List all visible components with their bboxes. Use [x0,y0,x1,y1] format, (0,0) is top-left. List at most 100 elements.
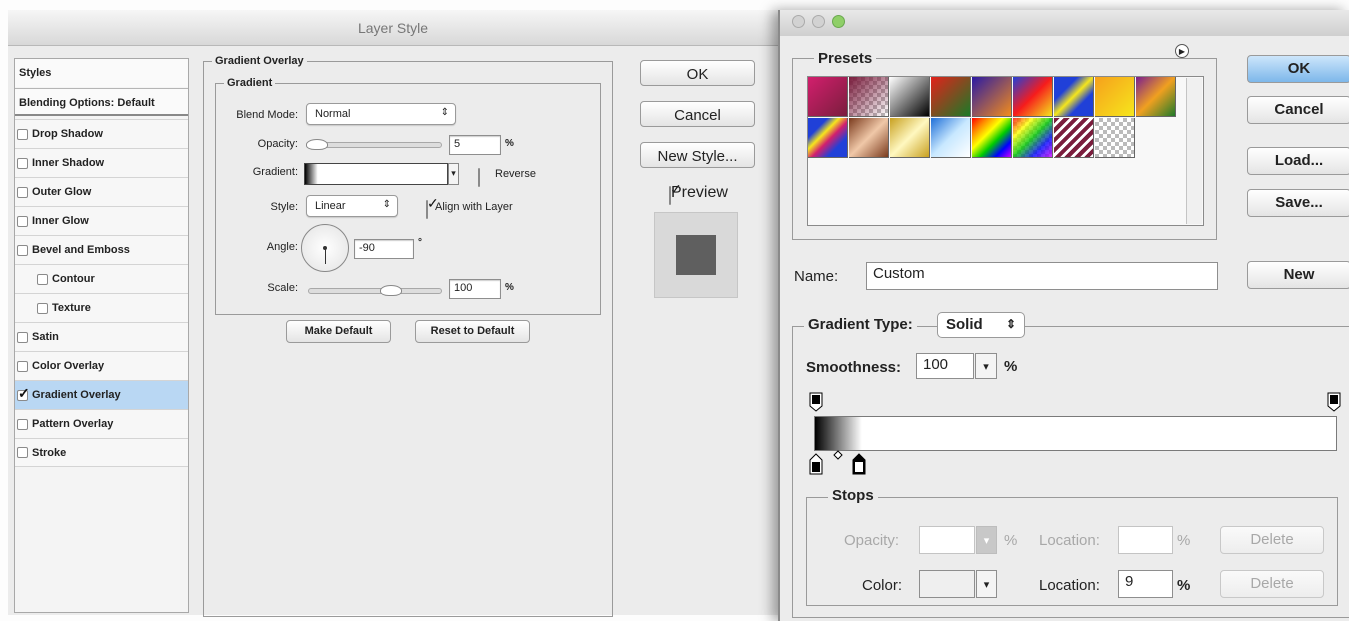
stop-color-swatch[interactable] [919,570,975,598]
preset-swatch[interactable] [972,118,1012,158]
texture-checkbox[interactable] [37,302,48,314]
sidebar-item-contour[interactable]: Contour [15,264,188,293]
outer-glow-checkbox[interactable] [17,186,28,198]
sidebar-item-label: Inner Glow [32,215,89,227]
preset-swatch[interactable] [931,118,971,158]
sidebar-header-styles[interactable]: Styles [15,59,188,87]
cancel-button[interactable]: Cancel [640,101,755,127]
sidebar-item-gradient-overlay[interactable]: Gradient Overlay [15,380,188,409]
style-select[interactable]: Linear ⇕ [306,195,398,217]
preset-swatch[interactable] [890,77,930,117]
sidebar-item-pattern-overlay[interactable]: Pattern Overlay [15,409,188,438]
opacity-input[interactable]: 5 [449,135,501,155]
sidebar-item-texture[interactable]: Texture [15,293,188,322]
inner-glow-checkbox[interactable] [17,215,28,227]
preset-swatch[interactable] [1054,118,1094,158]
preset-swatch[interactable] [1095,118,1135,158]
sidebar-item-inner-glow[interactable]: Inner Glow [15,206,188,235]
preset-swatch[interactable] [1136,77,1176,117]
sidebar-item-label: Texture [52,302,91,314]
sidebar-item-inner-shadow[interactable]: Inner Shadow [15,148,188,177]
gradient-type-select[interactable]: Solid ⇕ [937,312,1025,338]
smoothness-input[interactable]: 100 [916,353,974,379]
scale-slider-thumb[interactable] [380,285,402,296]
save-button[interactable]: Save... [1247,189,1349,217]
ok-button[interactable]: OK [1247,55,1349,83]
gradient-preview-swatch[interactable] [304,163,448,185]
smoothness-unit: % [1004,358,1018,375]
sidebar-item-drop-shadow[interactable]: Drop Shadow [15,119,188,148]
angle-label: Angle: [266,241,298,253]
preset-swatch[interactable] [890,118,930,158]
minimize-window-icon[interactable] [812,15,825,28]
preset-swatch[interactable] [972,77,1012,117]
reverse-checkbox[interactable] [478,168,480,187]
sidebar-blending-options[interactable]: Blending Options: Default [15,88,188,116]
gradient-overlay-checkbox[interactable] [17,385,30,402]
reset-to-default-button[interactable]: Reset to Default [415,320,530,343]
stroke-checkbox[interactable] [17,447,28,458]
styles-sidebar: Styles Blending Options: Default Drop Sh… [14,58,189,613]
stop-color-dropdown-icon[interactable]: ▾ [976,570,997,598]
gradient-dropdown-arrow-icon[interactable]: ▾ [448,163,459,185]
preset-swatch[interactable] [1013,77,1053,117]
angle-input[interactable]: -90 [354,239,414,259]
opacity-label: Opacity: [257,138,298,150]
satin-checkbox[interactable] [17,331,28,343]
make-default-button[interactable]: Make Default [286,320,391,343]
inner-shadow-checkbox[interactable] [17,157,28,169]
stop-color-location-label: Location: [1039,577,1100,594]
stop-opacity-unit: % [1004,532,1018,549]
load-button[interactable]: Load... [1247,147,1349,175]
contour-checkbox[interactable] [37,273,48,285]
title-bar[interactable] [780,10,1349,36]
drop-shadow-checkbox[interactable] [17,128,28,140]
gradient-ramp[interactable] [814,416,1337,451]
opacity-stop-right-icon[interactable] [1326,392,1342,412]
preset-swatch[interactable] [849,118,889,158]
presets-scrollbar[interactable] [1186,78,1202,224]
opacity-slider-thumb[interactable] [306,139,328,150]
smoothness-dropdown-icon[interactable]: ▾ [975,353,997,379]
opacity-stop-left-icon[interactable] [808,392,824,412]
new-button[interactable]: New [1247,261,1349,289]
preset-swatch[interactable] [931,77,971,117]
group-title: Gradient [227,77,273,89]
blend-mode-select[interactable]: Normal ⇕ [306,103,456,125]
preset-swatch[interactable] [808,118,848,158]
new-style-button[interactable]: New Style... [640,142,755,168]
presets-menu-icon[interactable]: ▶ [1175,44,1189,58]
name-input[interactable]: Custom [866,262,1218,290]
align-with-layer-label: Align with Layer [435,201,513,213]
preset-swatch[interactable] [1013,118,1053,158]
sidebar-item-satin[interactable]: Satin [15,322,188,351]
delete-color-stop-button: Delete [1220,570,1324,598]
preset-swatch[interactable] [808,77,848,117]
angle-dial[interactable] [301,224,349,272]
align-with-layer-checkbox[interactable] [426,200,428,219]
midpoint-diamond-icon[interactable] [833,450,843,460]
sidebar-item-outer-glow[interactable]: Outer Glow [15,177,188,206]
sidebar-item-bevel-emboss[interactable]: Bevel and Emboss [15,235,188,264]
bevel-emboss-checkbox[interactable] [17,244,28,256]
sidebar-item-stroke[interactable]: Stroke [15,438,188,467]
sidebar-item-color-overlay[interactable]: Color Overlay [15,351,188,380]
zoom-window-icon[interactable] [832,15,845,28]
scale-input[interactable]: 100 [449,279,501,299]
color-stop-black-icon[interactable] [808,453,824,475]
preset-swatch[interactable] [849,77,889,117]
color-stop-white-icon[interactable] [851,453,867,475]
stop-color-location-input[interactable]: 9 [1118,570,1173,598]
preset-swatch[interactable] [1054,77,1094,117]
reverse-label: Reverse [495,168,536,180]
ok-button[interactable]: OK [640,60,755,86]
opacity-slider[interactable] [308,142,442,148]
close-window-icon[interactable] [792,15,805,28]
preset-swatch[interactable] [1095,77,1135,117]
color-overlay-checkbox[interactable] [17,360,28,372]
sidebar-item-label: Inner Shadow [32,157,105,169]
sidebar-item-label: Bevel and Emboss [32,244,130,256]
cancel-button[interactable]: Cancel [1247,96,1349,124]
pattern-overlay-checkbox[interactable] [17,418,28,430]
scale-slider[interactable] [308,288,442,294]
